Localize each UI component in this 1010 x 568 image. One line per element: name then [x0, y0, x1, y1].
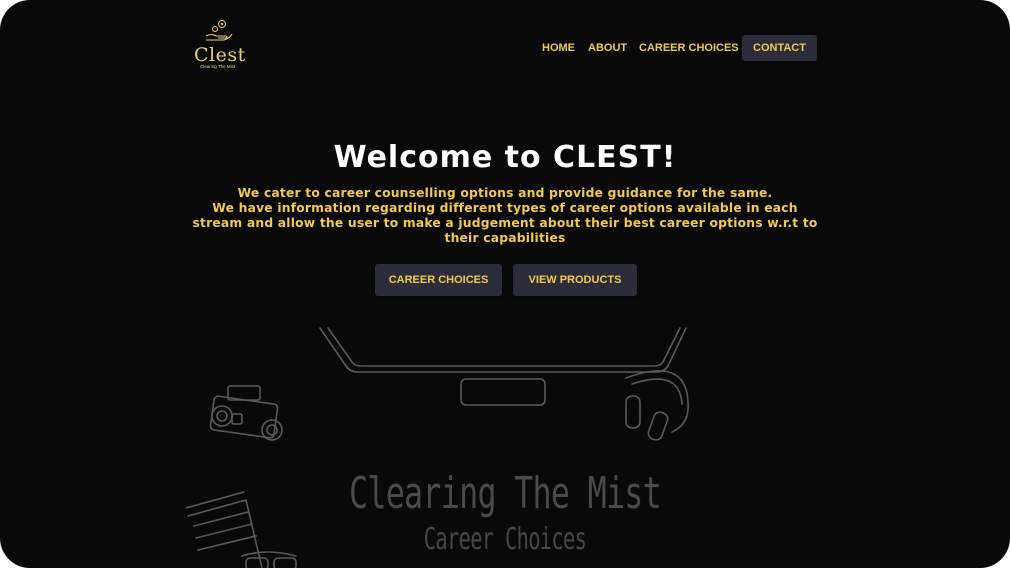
view-products-button[interactable]: VIEW PRODUCTS	[513, 264, 637, 296]
main-nav: HOME ABOUT CAREER CHOICES CONTACT	[0, 35, 1010, 61]
laptop-icon	[319, 327, 687, 406]
nav-about-link[interactable]: ABOUT	[588, 35, 627, 61]
nav-contact-button[interactable]: CONTACT	[742, 35, 817, 61]
headphones-icon	[625, 370, 689, 441]
hero-description: We cater to career counselling options a…	[190, 186, 820, 246]
brand-tagline: Clearing The Mist	[200, 64, 236, 69]
camera-icon	[209, 385, 283, 441]
illustration-subheading: Career Choices	[423, 522, 587, 557]
nav-career-choices-link[interactable]: CAREER CHOICES	[639, 35, 739, 61]
career-choices-button[interactable]: CAREER CHOICES	[375, 264, 502, 296]
hero-title: Welcome to CLEST!	[333, 140, 677, 175]
page-frame: Clest Clearing The Mist HOME ABOUT CAREE…	[0, 0, 1010, 568]
hero-description-line-2: We have information regarding different …	[192, 201, 818, 245]
hero-description-line-1: We cater to career counselling options a…	[237, 186, 773, 200]
illustration-heading: Clearing The Mist	[348, 468, 662, 519]
nav-home-link[interactable]: HOME	[542, 35, 575, 61]
